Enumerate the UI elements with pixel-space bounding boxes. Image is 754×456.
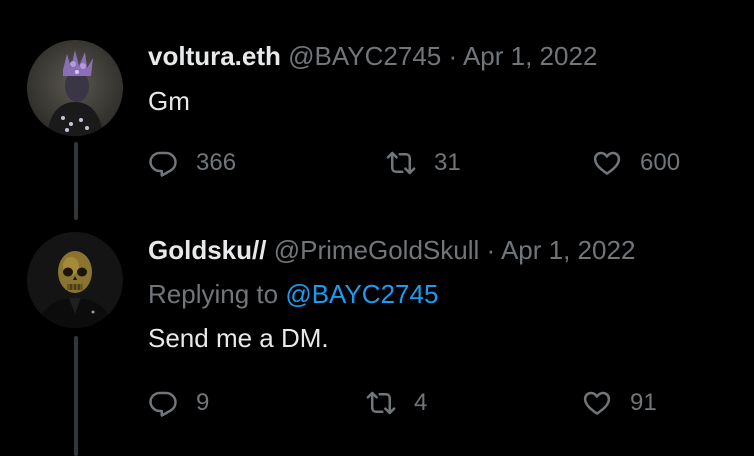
handle[interactable]: @PrimeGoldSkull: [274, 235, 480, 265]
avatar[interactable]: [27, 232, 123, 328]
gold-skull-avatar-icon: [27, 232, 123, 328]
display-name[interactable]: voltura.eth: [148, 41, 281, 71]
reply-button[interactable]: 366: [148, 148, 236, 178]
avatar[interactable]: [27, 40, 123, 136]
timestamp[interactable]: Apr 1, 2022: [463, 41, 597, 71]
tweet-text: Send me a DM.: [148, 323, 329, 353]
timestamp[interactable]: Apr 1, 2022: [501, 235, 635, 265]
retweet-count: 31: [434, 149, 461, 176]
reply-count: 9: [196, 389, 210, 416]
tweet-1[interactable]: voltura.eth @BAYC2745 · Apr 1, 2022 Gm 3…: [0, 0, 754, 220]
retweet-button[interactable]: 4: [366, 388, 427, 418]
heart-icon: [593, 151, 621, 175]
retweet-icon: [366, 391, 396, 415]
heart-icon: [583, 391, 611, 415]
like-button[interactable]: 600: [592, 148, 680, 178]
retweet-count: 4: [414, 389, 428, 416]
reply-icon: [149, 151, 177, 177]
voltura-avatar-icon: [27, 40, 123, 136]
tweet-2[interactable]: Goldsku// @PrimeGoldSkull · Apr 1, 2022 …: [0, 220, 754, 456]
like-button[interactable]: 91: [582, 388, 657, 418]
tweet-header: Goldsku// @PrimeGoldSkull · Apr 1, 2022: [148, 234, 635, 266]
display-name[interactable]: Goldsku//: [148, 235, 266, 265]
tweet-text: Gm: [148, 86, 190, 116]
reply-button[interactable]: 9: [148, 388, 209, 418]
reply-icon: [149, 391, 177, 417]
tweet-header: voltura.eth @BAYC2745 · Apr 1, 2022: [148, 40, 597, 72]
handle[interactable]: @BAYC2745: [288, 41, 441, 71]
replying-to-mention[interactable]: @BAYC2745: [285, 279, 438, 309]
retweet-icon: [386, 151, 416, 175]
retweet-button[interactable]: 31: [386, 148, 461, 178]
separator: ·: [448, 41, 458, 71]
reply-count: 366: [196, 149, 237, 176]
like-count: 600: [640, 149, 681, 176]
replying-to: Replying to @BAYC2745: [148, 278, 438, 310]
replying-to-label: Replying to: [148, 279, 279, 309]
like-count: 91: [630, 389, 657, 416]
separator: ·: [486, 235, 496, 265]
